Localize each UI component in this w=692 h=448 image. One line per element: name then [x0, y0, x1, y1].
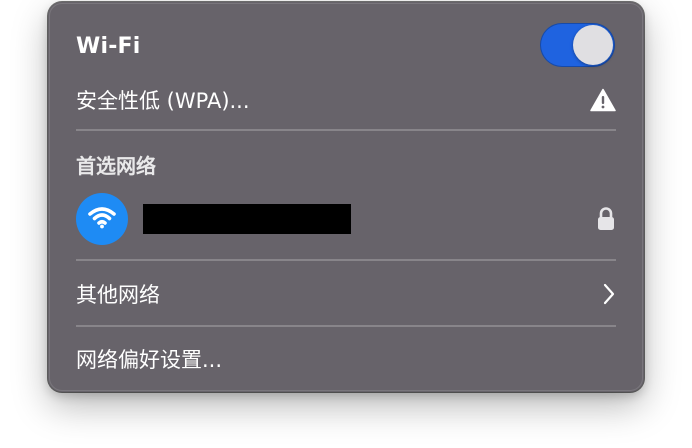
- divider-1: [76, 129, 616, 131]
- wifi-icon: [87, 205, 117, 233]
- wifi-toggle-knob[interactable]: [573, 25, 613, 65]
- preferred-network-item[interactable]: [76, 192, 616, 246]
- lock-icon: [596, 206, 616, 232]
- wifi-header: Wi-Fi: [76, 28, 616, 64]
- preferred-networks-heading: 首选网络: [76, 147, 616, 181]
- wifi-toggle[interactable]: [540, 23, 615, 67]
- other-networks-label: 其他网络: [76, 283, 160, 307]
- divider-2: [76, 259, 616, 261]
- wifi-title: Wi-Fi: [76, 33, 141, 59]
- network-preferences-label: 网络偏好设置...: [76, 348, 223, 372]
- network-preferences-row[interactable]: 网络偏好设置...: [76, 341, 616, 377]
- divider-3: [76, 325, 616, 327]
- chevron-right-icon: [602, 283, 616, 305]
- security-label: 安全性低 (WPA)...: [76, 89, 250, 113]
- other-networks-row[interactable]: 其他网络: [76, 276, 616, 312]
- wifi-badge: [76, 193, 128, 245]
- network-name-redacted: [143, 204, 351, 234]
- security-row[interactable]: 安全性低 (WPA)...: [76, 82, 616, 118]
- wifi-menu-panel: Wi-Fi 安全性低 (WPA)... 首选网络 其他网络 网络偏好设置...: [48, 2, 644, 392]
- preferred-heading-label: 首选网络: [76, 153, 156, 178]
- warning-icon: [590, 88, 616, 112]
